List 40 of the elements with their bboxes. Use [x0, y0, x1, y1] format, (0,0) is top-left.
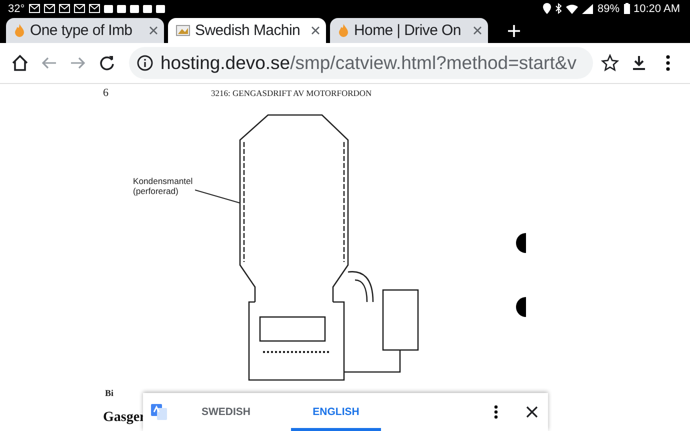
mail-icon [74, 4, 85, 13]
edge-marker-icon [515, 233, 526, 253]
url-text: hosting.devo.se/smp/catview.html?method=start&v [160, 52, 578, 74]
edge-marker-icon [515, 297, 526, 317]
temperature-text: 32° [8, 2, 25, 14]
address-bar[interactable]: hosting.devo.se/smp/catview.html?method=start&v [128, 47, 593, 79]
diagram-label: Kondensmantel [133, 176, 194, 186]
mail-icon [28, 4, 40, 13]
flame-icon [338, 24, 349, 37]
clock-time: 10:20 AM [634, 2, 680, 14]
battery-percent: 89% [597, 2, 620, 14]
mail-icon [44, 4, 55, 13]
tab-title: Swedish Machin [195, 22, 302, 39]
mail-icon [58, 4, 70, 13]
tab-title: One type of Imb [30, 22, 134, 39]
browser-tab[interactable]: Home | Drive On [330, 18, 488, 43]
language-tab[interactable]: SWEDISH [181, 393, 271, 431]
translate-icon[interactable] [151, 404, 167, 420]
section-heading: Gasger [103, 410, 146, 426]
location-icon [543, 3, 552, 14]
close-icon[interactable] [311, 26, 320, 35]
leader-line [195, 190, 240, 204]
info-icon[interactable] [136, 55, 152, 71]
browser-tab[interactable]: Swedish Machin [168, 18, 326, 43]
flame-icon [14, 24, 25, 37]
close-icon[interactable] [526, 406, 538, 418]
diagram-label: (perforerad) [133, 186, 180, 196]
page-header: 3216: GENGASDRIFT AV MOTORFORDON [211, 88, 372, 98]
figure-caption: Bi [105, 388, 114, 398]
browser-tab[interactable]: One type of Imb [6, 18, 164, 43]
page-number: 6 [103, 87, 110, 99]
mail-icon [88, 4, 100, 13]
signal-icon [582, 4, 594, 14]
more-icon[interactable] [494, 405, 498, 419]
language-tab[interactable]: ENGLISH [291, 393, 381, 431]
battery-icon [624, 3, 630, 14]
tab-title: Home | Drive On [354, 22, 462, 39]
image-icon [176, 25, 190, 36]
bluetooth-icon [555, 3, 562, 14]
wifi-icon [566, 4, 578, 14]
